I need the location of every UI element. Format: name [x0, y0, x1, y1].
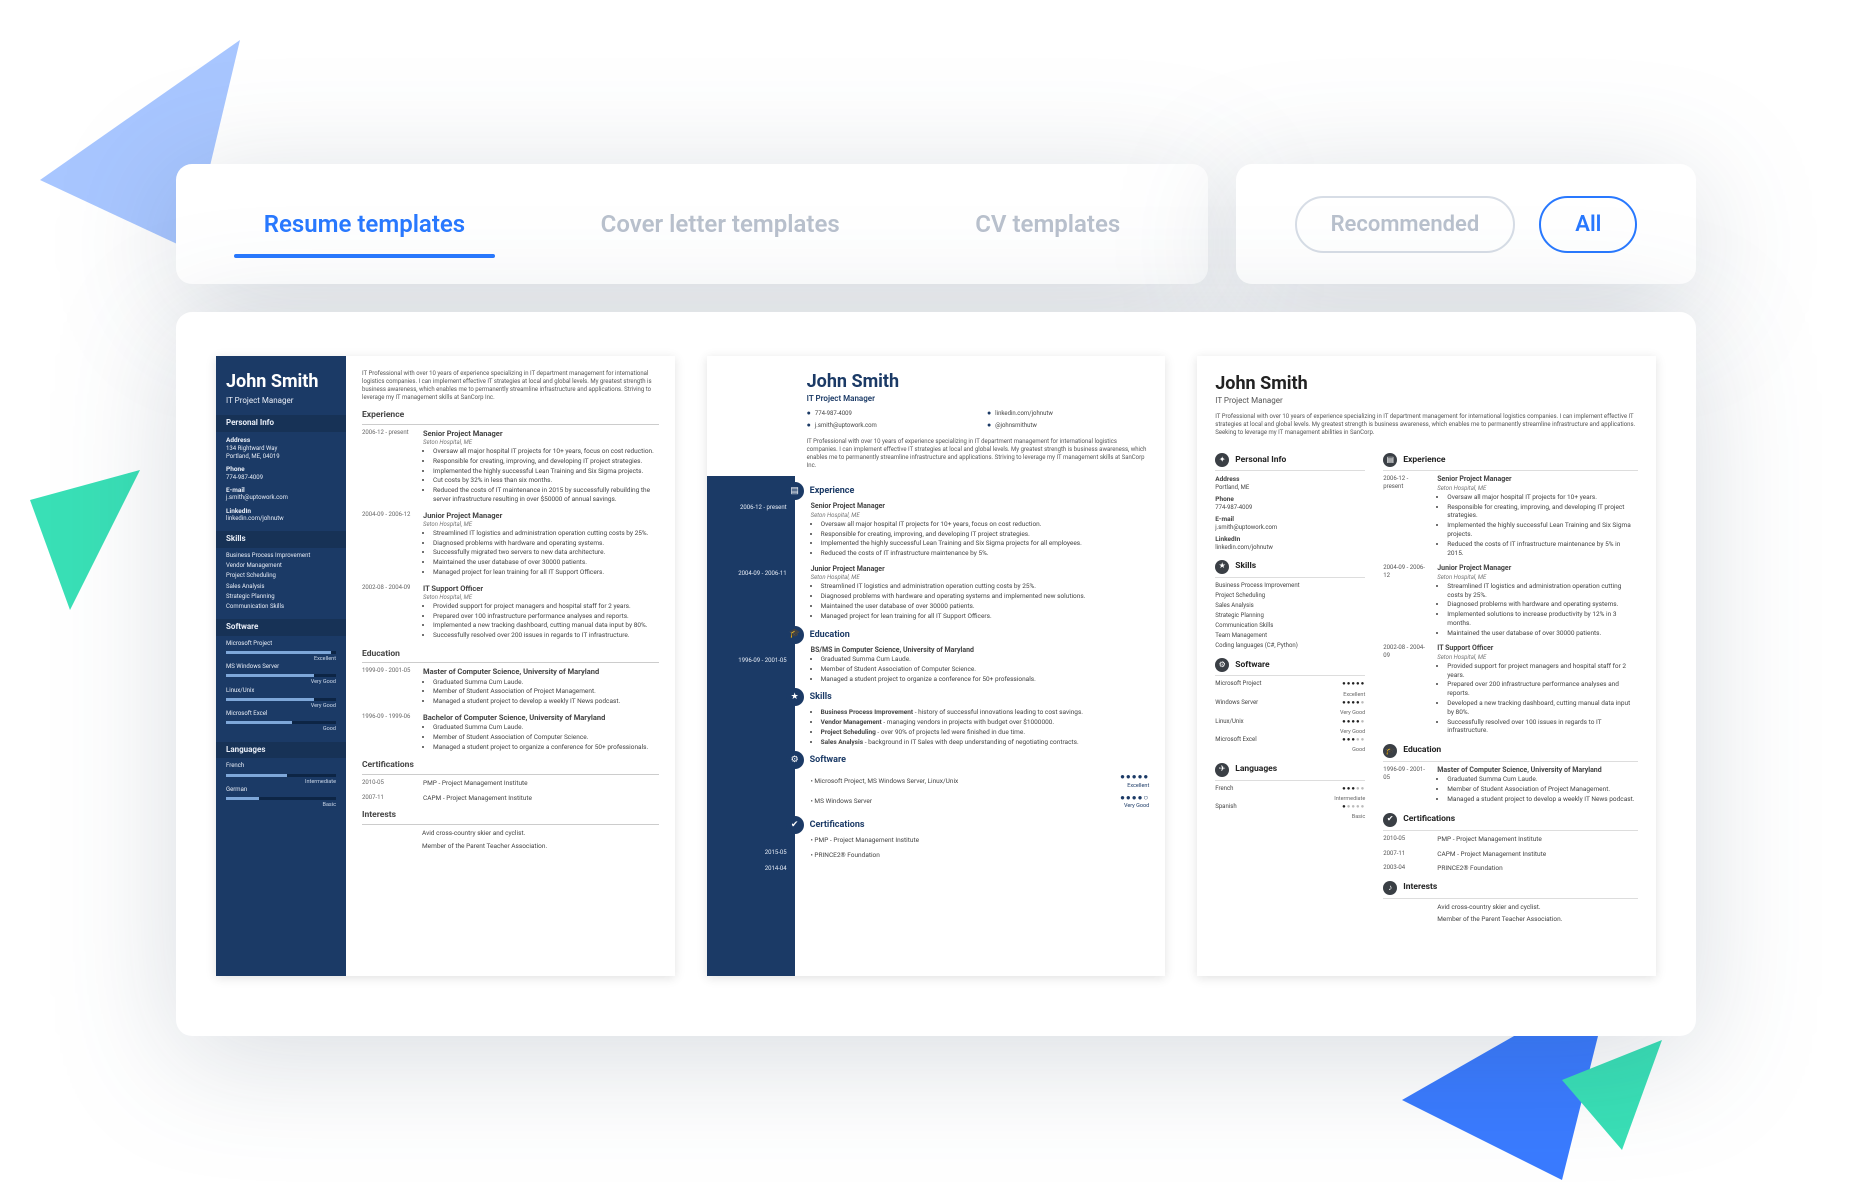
resume-name: John Smith — [226, 370, 336, 394]
section-software: Software — [216, 619, 346, 636]
resume-name: John Smith — [1215, 372, 1638, 396]
resume-name: John Smith — [807, 370, 1150, 394]
filter-recommended[interactable]: Recommended — [1295, 196, 1516, 253]
section-languages: Languages — [216, 742, 346, 759]
personal info-icon: ✦ — [1215, 453, 1229, 467]
resume-template-card[interactable]: John Smith IT Project Manager 774-987-40… — [707, 356, 1166, 976]
resume-summary: IT Professional with over 10 years of ex… — [1215, 413, 1638, 437]
section-skills: Skills — [216, 531, 346, 548]
resume-template-card[interactable]: John Smith IT Project Manager Personal I… — [216, 356, 675, 976]
decor-triangle-bottom-right-small — [1562, 1040, 1672, 1160]
software-icon: ⚙ — [1215, 658, 1229, 672]
template-gallery: John Smith IT Project Manager Personal I… — [176, 312, 1696, 1036]
resume-summary: IT Professional with over 10 years of ex… — [707, 438, 1166, 476]
section-personal-info: Personal Info — [216, 415, 346, 432]
software-icon: ⚙ — [786, 751, 804, 769]
skills-icon: ★ — [786, 688, 804, 706]
tab-cover-letter-templates[interactable]: Cover letter templates — [591, 172, 850, 276]
certifications-icon: ✔ — [1383, 813, 1397, 827]
experience-icon: ▤ — [786, 482, 804, 500]
certifications-icon: ✔ — [786, 816, 804, 834]
tab-resume-templates[interactable]: Resume templates — [254, 172, 475, 276]
template-type-tabs: Resume templates Cover letter templates … — [176, 164, 1208, 284]
contact-row: 774-987-4009 linkedin.com/johnutw j.smit… — [807, 409, 1150, 430]
education-icon: 🎓 — [1383, 744, 1397, 758]
experience-icon: ▤ — [1383, 453, 1397, 467]
resume-template-card[interactable]: John Smith IT Project Manager IT Profess… — [1197, 356, 1656, 976]
education-icon: 🎓 — [786, 626, 804, 644]
resume-role: IT Project Manager — [807, 394, 1150, 405]
skills-icon: ★ — [1215, 560, 1229, 574]
template-filter-pills: Recommended All — [1236, 164, 1696, 284]
resume-role: IT Project Manager — [226, 396, 336, 407]
interests-icon: ♪ — [1383, 881, 1397, 895]
decor-triangle-left — [30, 470, 150, 620]
resume-role: IT Project Manager — [1215, 396, 1638, 407]
filter-all[interactable]: All — [1539, 196, 1637, 253]
tab-cv-templates[interactable]: CV templates — [965, 172, 1130, 276]
resume-summary: IT Professional with over 10 years of ex… — [362, 370, 659, 402]
languages-icon: ✈ — [1215, 763, 1229, 777]
